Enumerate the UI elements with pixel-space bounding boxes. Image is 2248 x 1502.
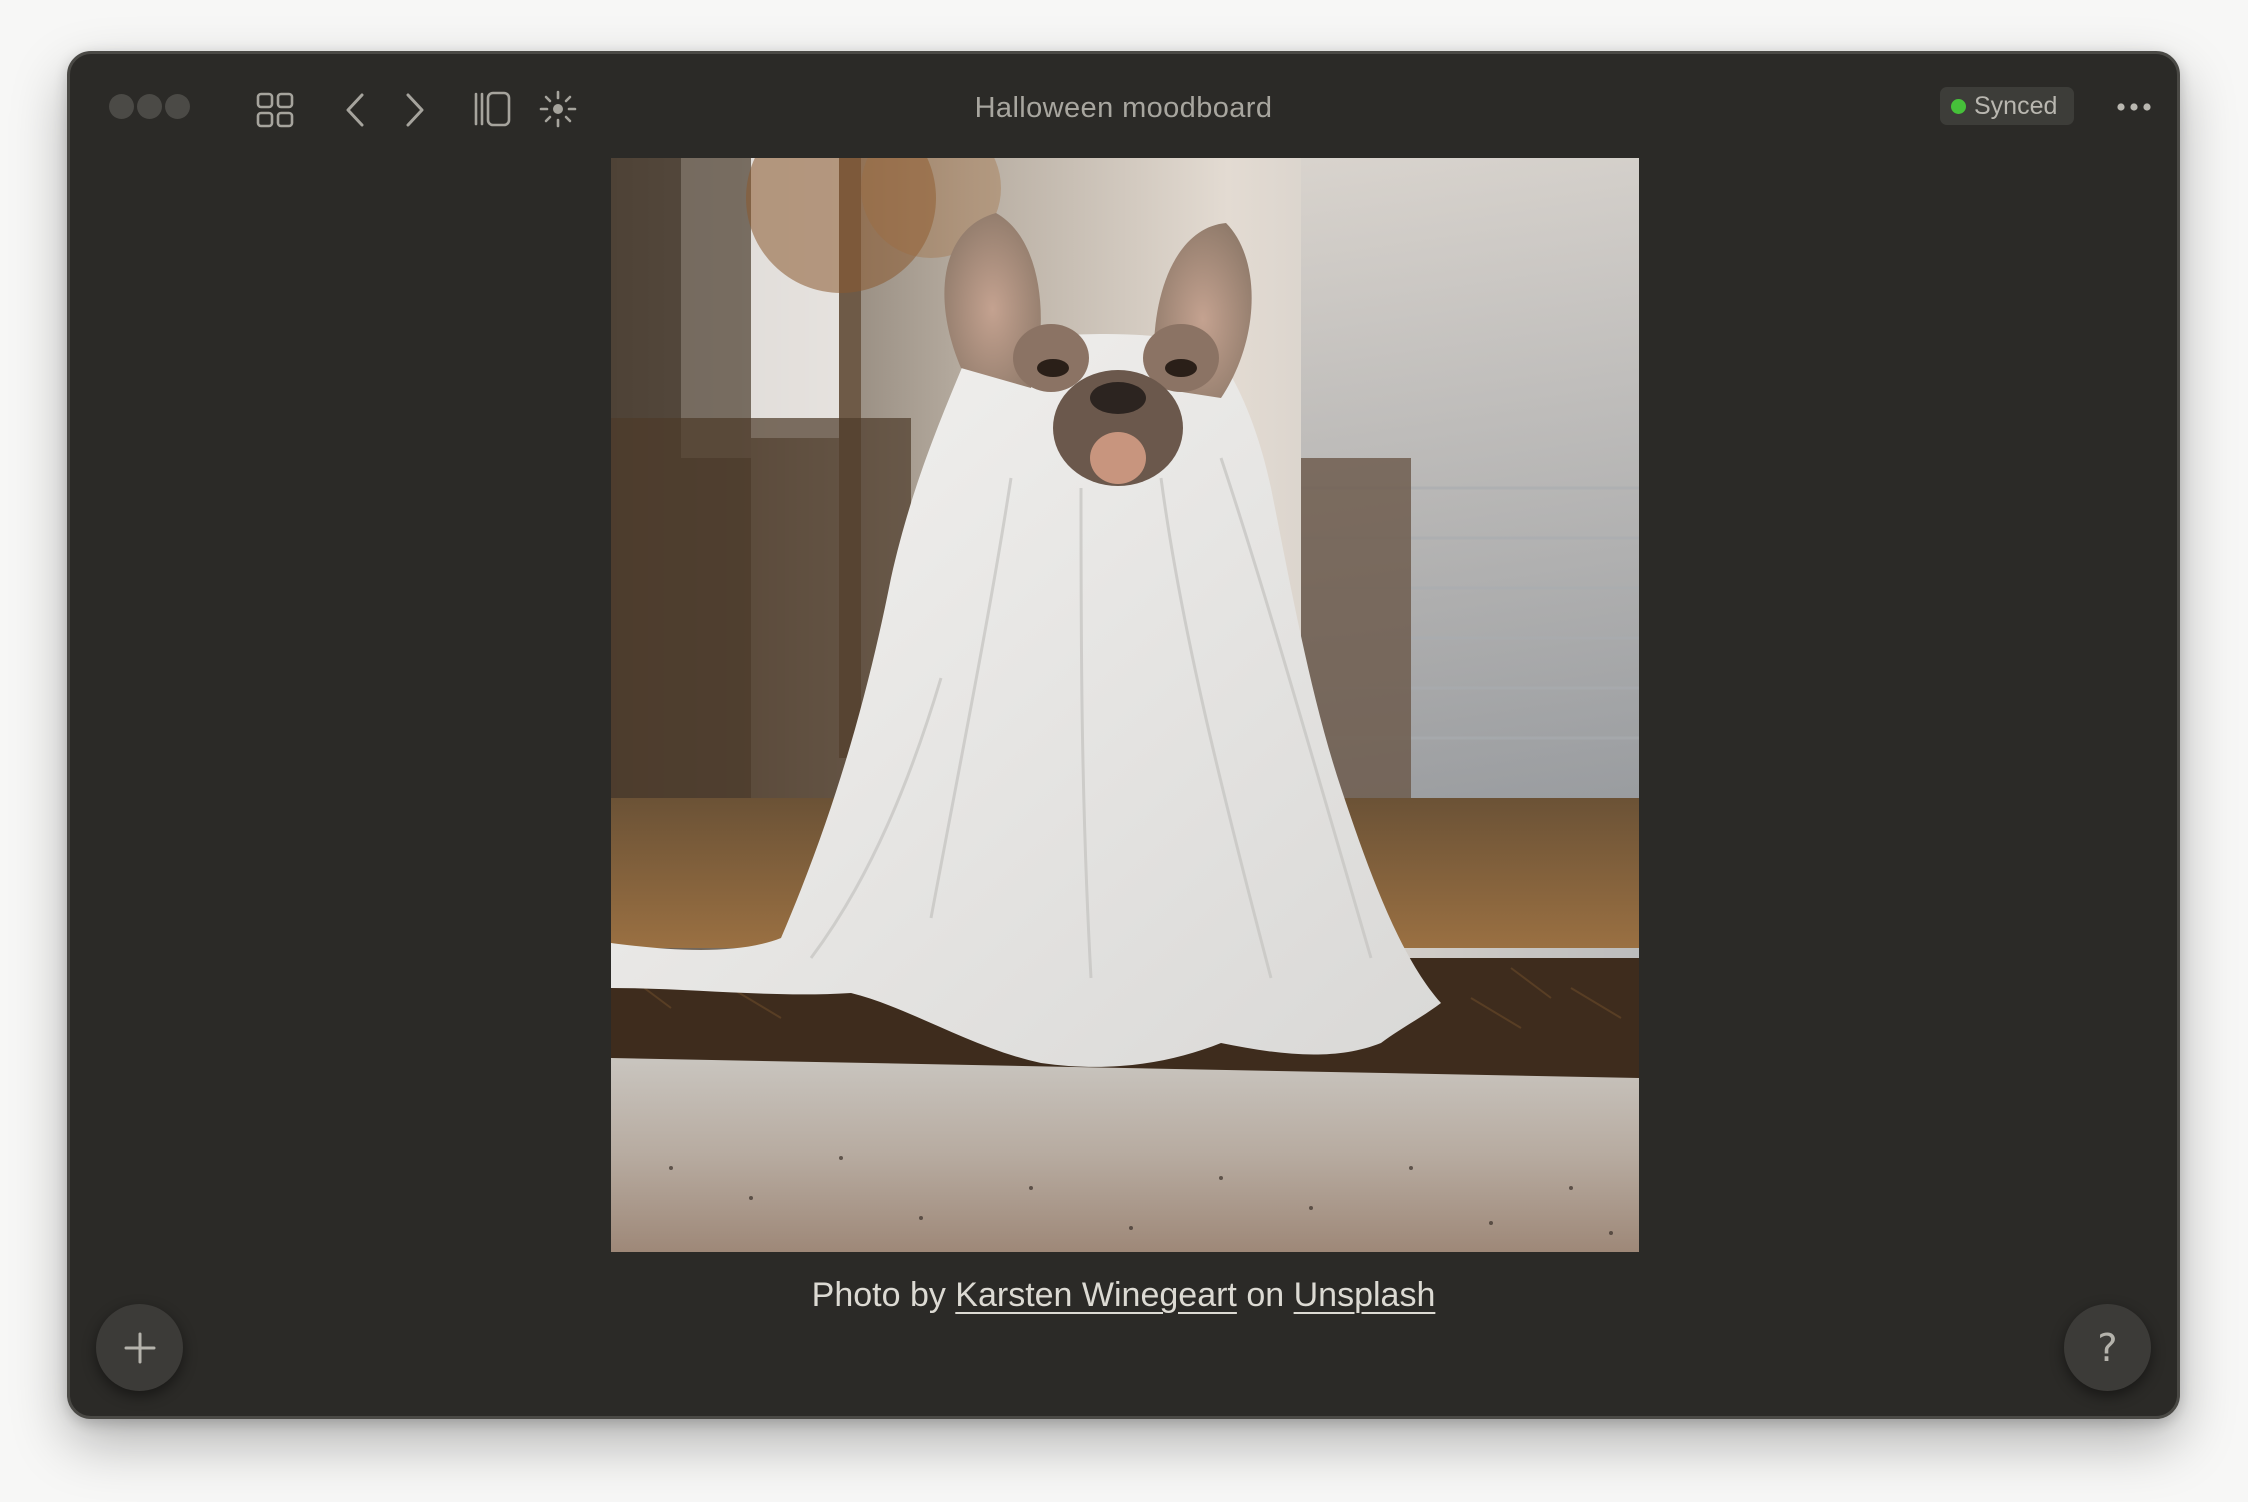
sync-status-badge[interactable]: Synced xyxy=(1940,87,2074,125)
photo-caption: Photo by Karsten Winegeart on Unsplash xyxy=(70,1276,2177,1315)
window-title: Halloween moodboard xyxy=(974,92,1273,124)
caption-middle: on xyxy=(1236,1276,1294,1314)
more-options-button[interactable] xyxy=(2114,94,2154,120)
source-link[interactable]: Unsplash xyxy=(1294,1276,1436,1314)
more-options-icon xyxy=(2117,103,2151,111)
help-label: ? xyxy=(2097,1325,2118,1370)
help-button[interactable]: ? xyxy=(2064,1304,2151,1391)
plus-icon xyxy=(124,1332,155,1363)
title-bar: Halloween moodboard Synced xyxy=(70,54,2177,164)
author-link[interactable]: Karsten Winegeart xyxy=(955,1276,1237,1314)
sync-status-label: Synced xyxy=(1974,91,2058,120)
moodboard-photo[interactable] xyxy=(611,158,1639,1252)
app-window: Halloween moodboard Synced Photo by Kars… xyxy=(67,51,2180,1419)
sync-status-dot xyxy=(1951,98,1966,114)
add-button[interactable] xyxy=(96,1304,183,1391)
ghost-dog-image xyxy=(611,158,1639,1252)
caption-prefix: Photo by xyxy=(811,1276,956,1314)
